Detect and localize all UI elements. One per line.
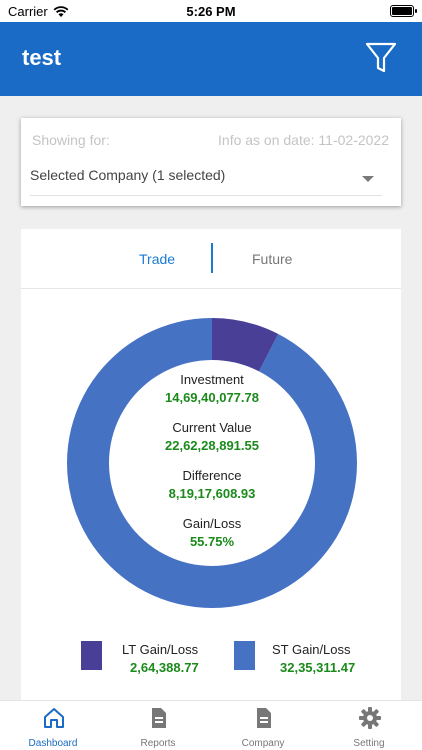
battery-icon xyxy=(390,5,417,17)
investment-value: 14,69,40,077.78 xyxy=(165,390,259,405)
bottom-nav: Dashboard Reports Company Setting xyxy=(0,700,422,750)
investment-label: Investment xyxy=(180,372,244,387)
portfolio-card: Trade Future Investment 14,69,40,077.78 … xyxy=(21,229,401,704)
difference-metric: Difference 8,19,17,608.93 xyxy=(67,468,357,501)
app-bar: test xyxy=(0,22,422,96)
difference-label: Difference xyxy=(182,468,242,483)
document-icon xyxy=(257,708,271,728)
nav-setting[interactable]: Setting xyxy=(319,701,419,750)
legend-label-lt: LT Gain/Loss xyxy=(122,642,199,657)
nav-setting-label: Setting xyxy=(353,738,385,749)
tab-future[interactable]: Future xyxy=(252,251,292,267)
nav-dashboard-label: Dashboard xyxy=(28,738,78,749)
filter-card: Showing for: Info as on date: 11-02-2022… xyxy=(21,118,401,206)
legend-swatch-lt xyxy=(81,641,102,670)
tab-trade[interactable]: Trade xyxy=(139,251,175,267)
legend-value-st: 32,35,311.47 xyxy=(280,660,356,675)
difference-value: 8,19,17,608.93 xyxy=(168,486,256,501)
gear-icon xyxy=(359,707,381,729)
gain-loss-label: Gain/Loss xyxy=(182,516,242,531)
home-icon xyxy=(44,708,64,728)
current-value-value: 22,62,28,891.55 xyxy=(165,438,259,453)
gain-loss-metric: Gain/Loss 55.75% xyxy=(67,516,357,549)
status-bar: Carrier 5:26 PM xyxy=(0,0,422,22)
investment-metric: Investment 14,69,40,077.78 xyxy=(67,372,357,405)
info-date-label: Info as on date: 11-02-2022 xyxy=(218,132,389,148)
nav-company-label: Company xyxy=(241,738,285,749)
legend-label-st: ST Gain/Loss xyxy=(272,642,351,657)
chevron-down-icon xyxy=(362,176,374,182)
status-time: 5:26 PM xyxy=(186,4,236,19)
document-icon xyxy=(152,708,166,728)
legend-swatch-st xyxy=(234,641,255,670)
nav-dashboard[interactable]: Dashboard xyxy=(3,701,103,750)
donut-center-summary: Investment 14,69,40,077.78 Current Value… xyxy=(67,318,357,608)
segment-tabs: Trade Future xyxy=(21,229,401,289)
page-title: test xyxy=(22,45,62,70)
nav-reports-label: Reports xyxy=(140,738,176,749)
filter-icon[interactable] xyxy=(364,40,398,76)
gain-loss-value: 55.75% xyxy=(189,534,235,549)
nav-reports[interactable]: Reports xyxy=(108,701,208,750)
nav-company[interactable]: Company xyxy=(213,701,313,750)
company-select-value: Selected Company (1 selected) xyxy=(30,167,226,183)
tab-divider xyxy=(211,243,213,273)
legend-value-lt: 2,64,388.77 xyxy=(130,660,199,675)
company-select[interactable]: Selected Company (1 selected) xyxy=(30,164,382,196)
showing-for-label: Showing for: xyxy=(32,132,110,148)
current-value-metric: Current Value 22,62,28,891.55 xyxy=(67,420,357,453)
current-value-label: Current Value xyxy=(172,420,252,435)
